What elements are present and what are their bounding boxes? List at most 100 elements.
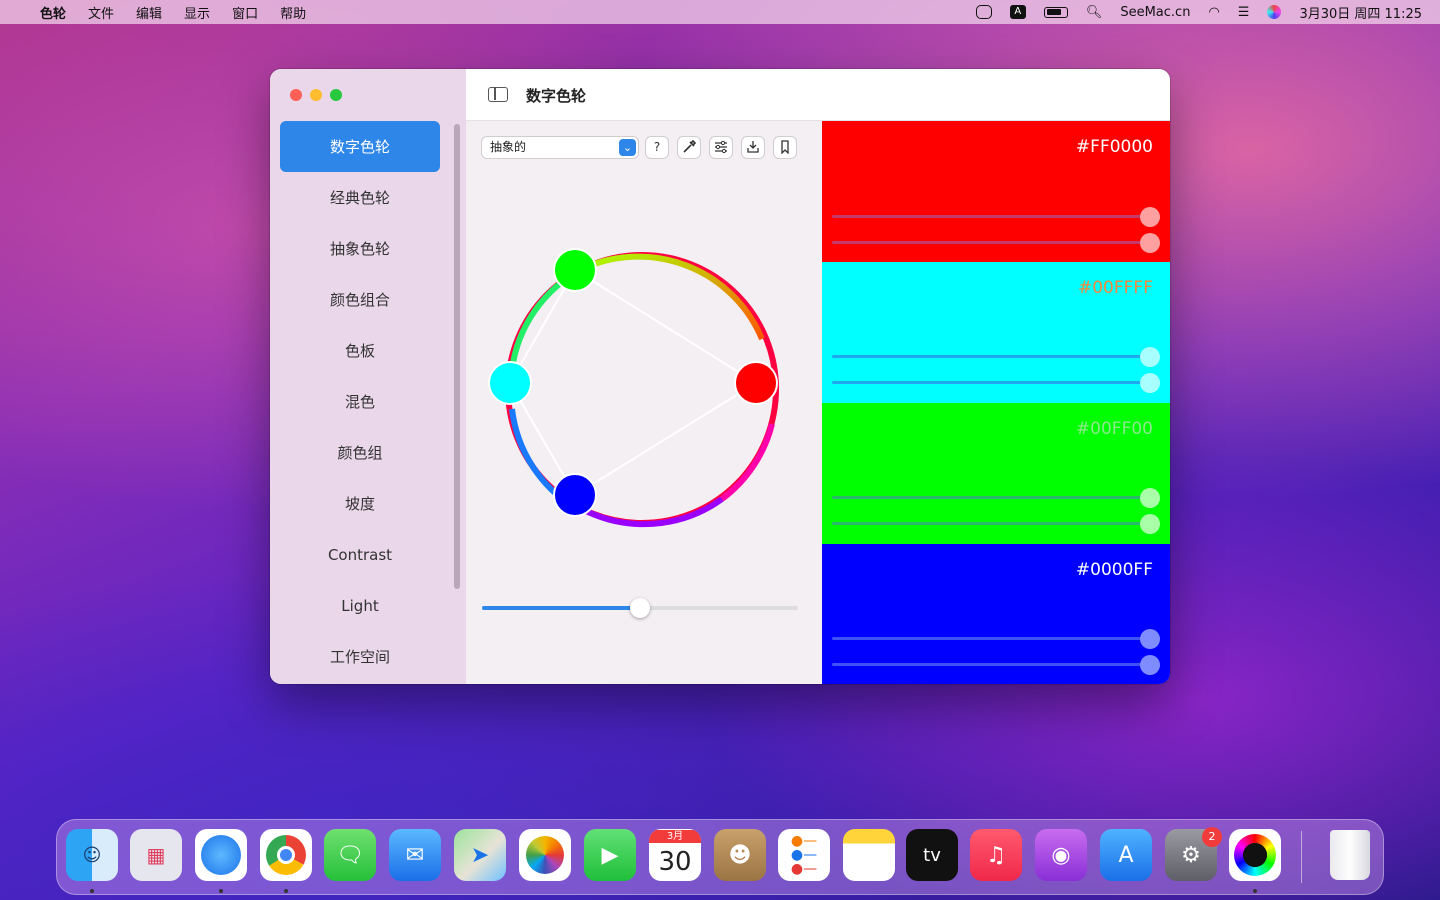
menu-window[interactable]: 窗口 — [232, 3, 258, 22]
color-wheel[interactable] — [482, 229, 802, 549]
swatch-hex-label: #0000FF — [1075, 560, 1153, 580]
maps-icon[interactable]: ➤ — [454, 829, 506, 881]
dock: ☺ ▦ 🗨︎ ✉ ➤ ▶ 3月 30 ☻ ●— ●— ●— tv ♫ ◉ A ⚙ 2 — [56, 819, 1384, 895]
contacts-icon[interactable]: ☻ — [714, 829, 766, 881]
sidebar-item-mixer[interactable]: 混色 — [280, 376, 440, 427]
extension-icon[interactable] — [975, 5, 992, 19]
swatch-slider-knob[interactable] — [1140, 233, 1160, 253]
swatch-blue[interactable]: #0000FF — [822, 544, 1170, 684]
swatch-slider-knob[interactable] — [1140, 629, 1160, 649]
messages-icon[interactable]: 🗨︎ — [324, 829, 376, 881]
swatch-slider-track[interactable] — [832, 355, 1150, 358]
battery-icon[interactable] — [1043, 6, 1068, 18]
sidebar-item-light[interactable]: Light — [280, 580, 440, 631]
adjust-button[interactable] — [710, 137, 732, 158]
clock-datetime[interactable]: 3月30日 周四 11:25 — [1299, 3, 1422, 22]
wifi-icon[interactable]: ◠ — [1208, 5, 1219, 20]
swatch-slider-knob[interactable] — [1140, 373, 1160, 393]
finder-icon[interactable]: ☺ — [66, 829, 118, 881]
swatch-slider-track[interactable] — [832, 215, 1150, 218]
toolbar: 数字色轮 — [466, 69, 1170, 121]
siri-icon[interactable] — [1267, 5, 1282, 19]
podcasts-icon[interactable]: ◉ — [1035, 829, 1087, 881]
swatch-cyan[interactable]: #00FFFF — [822, 262, 1170, 403]
website-label[interactable]: SeeMac.cn — [1120, 5, 1190, 20]
sidebar-scrollbar[interactable] — [454, 124, 460, 589]
color-wheel-icon[interactable] — [1229, 829, 1281, 881]
help-button[interactable]: ? — [646, 137, 668, 158]
running-indicator — [219, 889, 223, 893]
harmony-polygon — [508, 268, 758, 497]
mail-icon[interactable]: ✉ — [389, 829, 441, 881]
menu-app-name[interactable]: 色轮 — [40, 3, 66, 22]
handle-green[interactable] — [553, 248, 597, 292]
swatch-slider-knob[interactable] — [1140, 655, 1160, 675]
facetime-icon[interactable]: ▶ — [584, 829, 636, 881]
swatch-slider-knob[interactable] — [1140, 347, 1160, 367]
mode-select-value: 抽象的 — [490, 140, 527, 154]
sidebar-item-abstract-wheel[interactable]: 抽象色轮 — [280, 223, 440, 274]
swatch-slider-track[interactable] — [832, 637, 1150, 640]
running-indicator — [284, 889, 288, 893]
sidebar-item-palette[interactable]: 色板 — [280, 325, 440, 376]
brightness-slider-fill — [482, 606, 640, 610]
music-icon[interactable]: ♫ — [970, 829, 1022, 881]
spotlight-search-icon[interactable]: 🔍︎ — [1086, 5, 1103, 20]
eyedropper-button[interactable] — [678, 137, 700, 158]
swatch-green[interactable]: #00FF00 — [822, 403, 1170, 544]
brightness-slider[interactable] — [482, 598, 798, 618]
menu-help[interactable]: 帮助 — [280, 3, 306, 22]
tv-icon[interactable]: tv — [906, 829, 958, 881]
eyedropper-icon — [683, 139, 697, 153]
menu-bar: 色轮 文件 编辑 显示 窗口 帮助 A 🔍︎ SeeMac.cn ◠ ☰ 3月3… — [0, 0, 1440, 24]
close-button[interactable] — [290, 89, 302, 101]
calendar-day: 30 — [658, 846, 692, 877]
notes-icon[interactable] — [843, 829, 895, 881]
wheel-ring-yellow-segment — [580, 253, 765, 341]
window-controls — [290, 89, 342, 101]
swatch-slider-track[interactable] — [832, 663, 1150, 666]
dock-separator — [1301, 831, 1302, 883]
sidebar-item-workspace[interactable]: 工作空间 — [280, 631, 440, 682]
mode-select[interactable]: 抽象的 ⌄ — [482, 137, 638, 158]
input-source-icon[interactable]: A — [1009, 5, 1026, 19]
handle-blue[interactable] — [553, 473, 597, 517]
sidebar-toggle-icon[interactable] — [488, 87, 508, 102]
sidebar-item-contrast[interactable]: Contrast — [280, 529, 440, 580]
minimize-button[interactable] — [310, 89, 322, 101]
sidebar-item-digital-wheel[interactable]: 数字色轮 — [280, 121, 440, 172]
swatch-slider-track[interactable] — [832, 241, 1150, 244]
menu-view[interactable]: 显示 — [184, 3, 210, 22]
photos-icon[interactable] — [519, 829, 571, 881]
sidebar-item-classic-wheel[interactable]: 经典色轮 — [280, 172, 440, 223]
zoom-button[interactable] — [330, 89, 342, 101]
calendar-icon[interactable]: 3月 30 — [649, 829, 701, 881]
launchpad-icon[interactable]: ▦ — [130, 829, 182, 881]
menu-edit[interactable]: 编辑 — [136, 3, 162, 22]
control-center-icon[interactable]: ☰ — [1238, 5, 1250, 20]
swatch-slider-track[interactable] — [832, 381, 1150, 384]
handle-red[interactable] — [734, 361, 778, 405]
import-button[interactable] — [742, 137, 764, 158]
download-icon — [747, 141, 759, 153]
swatch-slider-knob[interactable] — [1140, 514, 1160, 534]
swatch-slider-knob[interactable] — [1140, 488, 1160, 508]
safari-icon[interactable] — [195, 829, 247, 881]
brightness-slider-knob[interactable] — [630, 598, 650, 618]
app-store-icon[interactable]: A — [1100, 829, 1152, 881]
chrome-icon[interactable] — [260, 829, 312, 881]
trash-icon[interactable] — [1324, 829, 1376, 881]
reminders-icon[interactable]: ●— ●— ●— — [778, 829, 830, 881]
bookmark-icon — [781, 140, 789, 155]
sidebar-item-color-group[interactable]: 颜色组 — [280, 427, 440, 478]
swatch-hex-label: #00FF00 — [1075, 419, 1153, 439]
bookmark-button[interactable] — [774, 137, 796, 158]
sidebar-item-gradient[interactable]: 坡度 — [280, 478, 440, 529]
swatch-slider-knob[interactable] — [1140, 207, 1160, 227]
handle-cyan[interactable] — [488, 361, 532, 405]
swatch-slider-track[interactable] — [832, 496, 1150, 499]
swatch-red[interactable]: #FF0000 — [822, 121, 1170, 262]
menu-file[interactable]: 文件 — [88, 3, 114, 22]
sidebar-item-color-combination[interactable]: 颜色组合 — [280, 274, 440, 325]
swatch-slider-track[interactable] — [832, 522, 1150, 525]
